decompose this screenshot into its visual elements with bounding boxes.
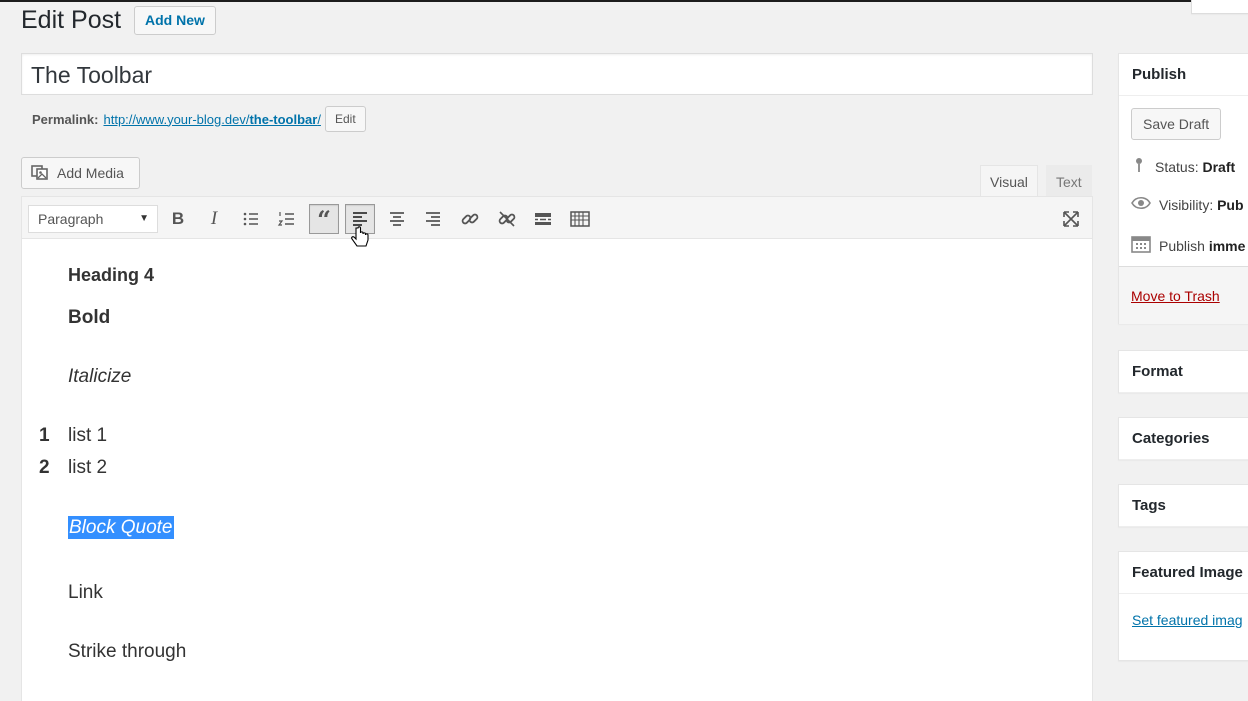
visibility-value: Pub (1217, 196, 1244, 213)
format-box: Format (1118, 350, 1248, 393)
permalink-trail: / (317, 111, 321, 127)
list-number: 1 (39, 425, 50, 446)
post-title-input[interactable]: The Toolbar (21, 53, 1093, 95)
list-text: list 2 (68, 457, 108, 478)
publish-box-title[interactable]: Publish (1119, 54, 1248, 96)
content-strike: Strike through (68, 641, 187, 662)
list-item: 1 list 1 (39, 425, 108, 447)
visibility-label: Visibility: (1159, 196, 1214, 213)
status-label: Status: (1155, 158, 1199, 175)
tags-box: Tags (1118, 484, 1248, 527)
screen-options-tab[interactable] (1191, 0, 1248, 14)
link-icon[interactable] (455, 204, 485, 234)
publish-box: Publish Save Draft Status: Draft Visibil… (1118, 53, 1248, 324)
publish-date-value: imme (1208, 237, 1246, 254)
status-value: Draft (1202, 158, 1236, 175)
list-text: list 1 (68, 425, 108, 446)
bold-icon[interactable]: B (163, 204, 193, 234)
publish-actions: Move to Trash (1119, 266, 1248, 324)
editor-area: Paragraph ▼ B I “ Heading 4 Bold Italici… (21, 196, 1093, 701)
permalink-link[interactable]: http://www.your-blog.dev/the-toolbar/ (103, 112, 320, 127)
admin-top-bar (0, 0, 1248, 2)
permalink-slug: the-toolbar (249, 111, 318, 127)
pin-icon (1131, 157, 1147, 176)
content-bold: Bold (68, 307, 111, 328)
save-draft-button[interactable]: Save Draft (1131, 108, 1222, 140)
tab-visual[interactable]: Visual (980, 165, 1038, 197)
italic-icon[interactable]: I (199, 204, 229, 234)
fullscreen-icon[interactable] (1056, 204, 1086, 234)
content-link: Link (68, 582, 103, 603)
featured-image-title[interactable]: Featured Image (1119, 552, 1248, 594)
read-more-icon[interactable] (528, 204, 558, 234)
page-title: Edit Post (21, 6, 122, 34)
content-heading-4: Heading 4 (68, 265, 155, 285)
dropdown-arrow-icon: ▼ (139, 213, 149, 224)
tags-box-title[interactable]: Tags (1119, 485, 1248, 527)
content-blockquote: Block Quote (68, 516, 174, 539)
toolbar-toggle-icon[interactable] (565, 204, 595, 234)
numbered-list-icon[interactable] (272, 204, 302, 234)
publish-date-label: Publish (1159, 237, 1205, 254)
align-center-icon[interactable] (382, 204, 412, 234)
featured-image-box: Featured Image Set featured imag (1118, 551, 1248, 661)
calendar-icon (1131, 235, 1151, 256)
permalink-row: Permalink: http://www.your-blog.dev/the-… (32, 106, 366, 132)
format-box-title[interactable]: Format (1119, 351, 1248, 393)
selected-text: Block Quote (68, 516, 174, 539)
hand-cursor-icon (351, 226, 369, 247)
permalink-base: http://www.your-blog.dev/ (103, 111, 250, 127)
editor-toolbar: Paragraph ▼ B I “ (22, 197, 1092, 239)
blockquote-icon[interactable]: “ (309, 204, 339, 234)
move-to-trash-link[interactable]: Move to Trash (1131, 288, 1220, 304)
eye-icon (1131, 196, 1151, 213)
publish-date-row: Publish imme (1131, 235, 1245, 256)
add-media-button[interactable]: Add Media (21, 157, 140, 189)
list-item: 2 list 2 (39, 457, 108, 479)
format-select[interactable]: Paragraph ▼ (28, 205, 158, 233)
set-featured-image-link[interactable]: Set featured imag (1132, 612, 1243, 628)
add-new-button[interactable]: Add New (134, 6, 216, 35)
permalink-label: Permalink: (32, 111, 99, 127)
format-select-value: Paragraph (38, 211, 104, 227)
bullet-list-icon[interactable] (236, 204, 266, 234)
media-icon (31, 163, 51, 184)
status-row: Status: Draft (1131, 157, 1235, 176)
edit-slug-button[interactable]: Edit (324, 106, 366, 132)
visibility-row: Visibility: Pub (1131, 196, 1244, 213)
list-number: 2 (39, 457, 50, 478)
categories-box-title[interactable]: Categories (1119, 418, 1248, 460)
categories-box: Categories (1118, 417, 1248, 460)
content-italic: Italicize (68, 366, 132, 387)
unlink-icon[interactable] (492, 204, 522, 234)
tab-text[interactable]: Text (1046, 165, 1092, 197)
align-right-icon[interactable] (418, 204, 448, 234)
add-media-label: Add Media (57, 165, 124, 181)
